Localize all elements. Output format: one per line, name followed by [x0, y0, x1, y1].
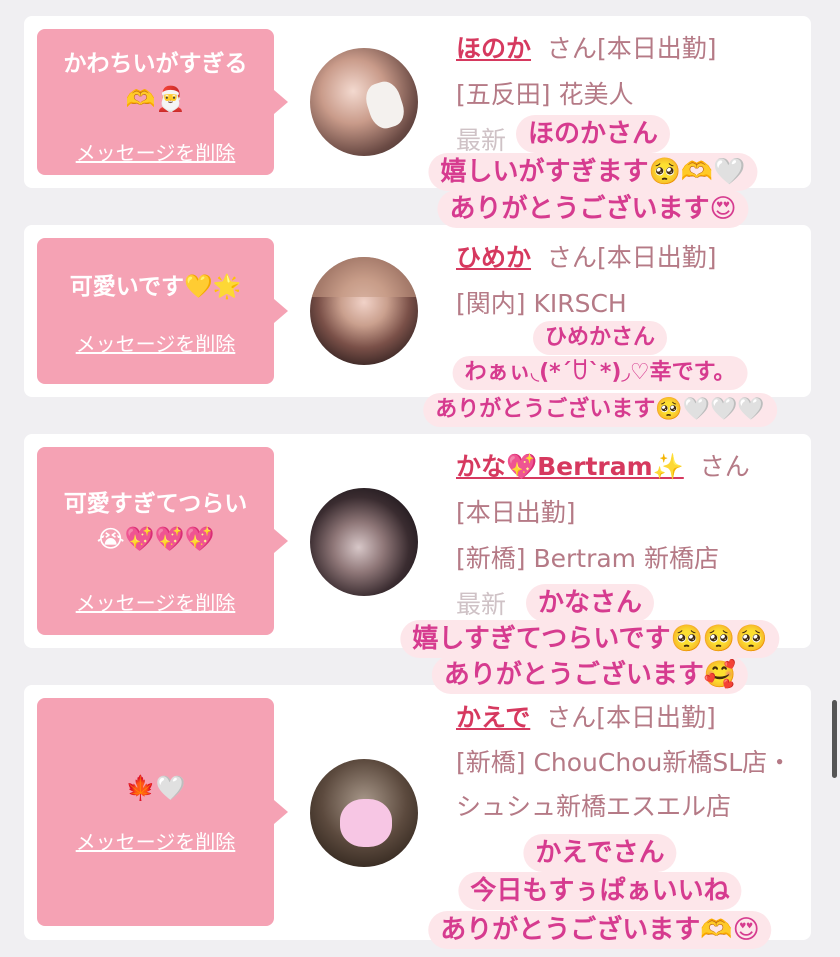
message-emojis: 🫶🎅: [125, 85, 186, 113]
work-status: [本日出勤]: [456, 498, 576, 527]
caption-line: 今日もすぅぱぁいいね: [458, 872, 742, 910]
scrollbar[interactable]: [832, 700, 837, 778]
caption-line: かなさん: [525, 584, 655, 622]
caption-line: わぁぃ◟(*´ꇴ`*)◞♡幸です。: [452, 356, 748, 390]
caption-line: ありがとうございます😍: [437, 190, 749, 228]
message-emojis: 🍁🤍: [125, 774, 186, 802]
san-suffix: さん: [546, 243, 597, 272]
cast-name-link[interactable]: ほのか: [456, 34, 531, 63]
avatar-sticker: [340, 799, 392, 847]
favorite-card: 可愛すぎてつらい 😭💖💖💖 メッセージを削除 かな💖Bertram✨ さん [本…: [24, 434, 811, 648]
shop-name: [新橋] ChouChou新橋SL店・シュシュ新橋エスエル店: [456, 748, 793, 821]
caption-line: ひめかさん: [532, 321, 668, 355]
cast-name-link[interactable]: ひめか: [456, 243, 531, 272]
message-bubble: かわちいがすぎる 🫶🎅 メッセージを削除: [37, 29, 274, 175]
message-bubble: 可愛いです💛🌟 メッセージを削除: [37, 238, 274, 384]
caption-line: ほのかさん: [515, 115, 671, 153]
message-text: 可愛すぎてつらい: [63, 491, 248, 517]
message-bubble: 可愛すぎてつらい 😭💖💖💖 メッセージを削除: [37, 447, 274, 635]
message-emojis: 😭💖💖💖: [96, 525, 215, 553]
shop-name: [五反田] 花美人: [456, 80, 634, 109]
caption-line: 嬉しすぎてつらいです🥺🥺🥺: [400, 620, 780, 658]
message-text: 可愛いです💛🌟: [69, 274, 242, 300]
delete-message-button[interactable]: メッセージを削除: [37, 137, 274, 166]
avatar-hair: [310, 257, 418, 297]
caption-line: かえでさん: [523, 834, 677, 872]
shop-name: [新橋] Bertram 新橋店: [456, 544, 719, 573]
cast-info: かえで さん[本日出勤] [新橋] ChouChou新橋SL店・シュシュ新橋エス…: [456, 695, 805, 829]
avatar-sign: [361, 77, 409, 133]
cast-name-link[interactable]: かえで: [456, 703, 530, 732]
avatar[interactable]: [310, 257, 418, 365]
san-suffix: さん: [546, 34, 597, 63]
avatar[interactable]: [310, 48, 418, 156]
delete-message-button[interactable]: メッセージを削除: [37, 826, 274, 855]
work-status: [本日出勤]: [596, 703, 716, 732]
san-suffix: さん: [699, 452, 750, 481]
work-status: [本日出勤]: [596, 243, 717, 272]
avatar[interactable]: [310, 759, 418, 867]
cast-name-link[interactable]: かな💖Bertram✨: [456, 452, 684, 481]
avatar[interactable]: [310, 488, 418, 596]
caption-line: ありがとうございます🥰: [431, 656, 749, 694]
message-bubble: 🍁🤍 メッセージを削除: [37, 698, 274, 926]
caption-line: ありがとうございます🥺🤍🤍🤍: [423, 393, 777, 427]
caption-line: ありがとうございます🫶😍: [428, 911, 772, 949]
caption-line: 嬉しいがすぎます🥺🫶🤍: [428, 153, 758, 191]
cast-info: ひめか さん[本日出勤] [関内] KIRSCH: [456, 235, 805, 327]
san-suffix: さん: [546, 703, 597, 732]
delete-message-button[interactable]: メッセージを削除: [37, 587, 274, 616]
delete-message-button[interactable]: メッセージを削除: [37, 328, 274, 357]
work-status: [本日出勤]: [596, 34, 717, 63]
message-text: かわちいがすぎる: [63, 51, 248, 77]
